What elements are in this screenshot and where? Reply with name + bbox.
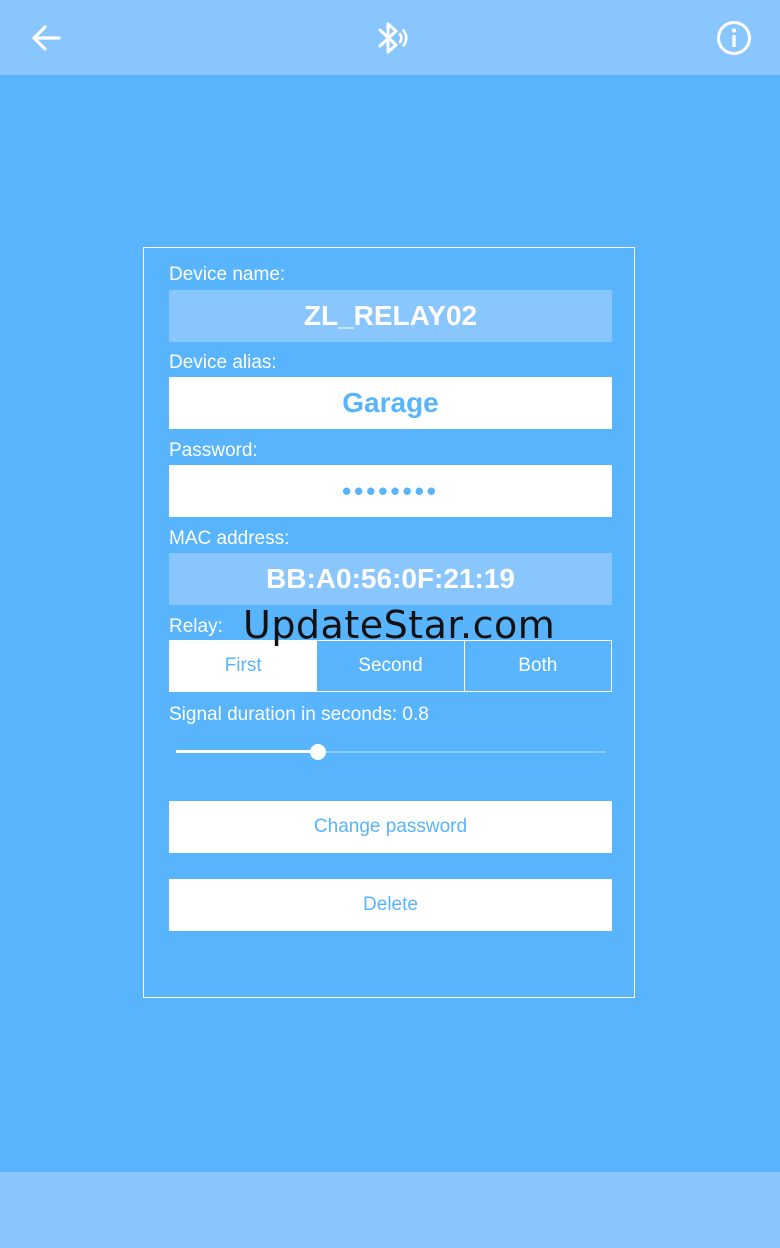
signal-duration-slider[interactable]: [176, 740, 606, 764]
relay-label: Relay:: [169, 616, 223, 637]
bottom-bar: [0, 1172, 780, 1248]
bluetooth-searching-icon: [378, 22, 408, 53]
info-icon: [717, 20, 751, 55]
password-label: Password:: [169, 440, 258, 461]
device-alias-label: Device alias:: [169, 352, 277, 373]
relay-option-second[interactable]: Second: [316, 641, 463, 691]
slider-fill: [176, 750, 318, 753]
device-name-label: Device name:: [169, 264, 286, 285]
relay-option-first[interactable]: First: [170, 641, 317, 691]
device-alias-field[interactable]: Garage: [169, 377, 612, 429]
info-button[interactable]: [706, 0, 762, 75]
relay-selector: First Second Both: [169, 640, 612, 692]
bluetooth-status: [360, 0, 420, 75]
device-name-value: ZL_RELAY02: [169, 290, 612, 342]
change-password-button[interactable]: Change password: [169, 801, 612, 853]
relay-option-both[interactable]: Both: [463, 641, 611, 691]
signal-duration-label: Signal duration in seconds: 0.8: [169, 704, 429, 725]
slider-thumb[interactable]: [309, 744, 326, 760]
mac-address-value: BB:A0:56:0F:21:19: [169, 553, 612, 605]
back-button[interactable]: [18, 0, 74, 75]
mac-address-label: MAC address:: [169, 528, 290, 549]
watermark-text: UpdateStar.com: [243, 603, 556, 647]
delete-button[interactable]: Delete: [169, 879, 612, 931]
arrow-left-icon: [32, 24, 61, 51]
top-app-bar: [0, 0, 780, 75]
password-field[interactable]: ••••••••: [169, 465, 612, 517]
